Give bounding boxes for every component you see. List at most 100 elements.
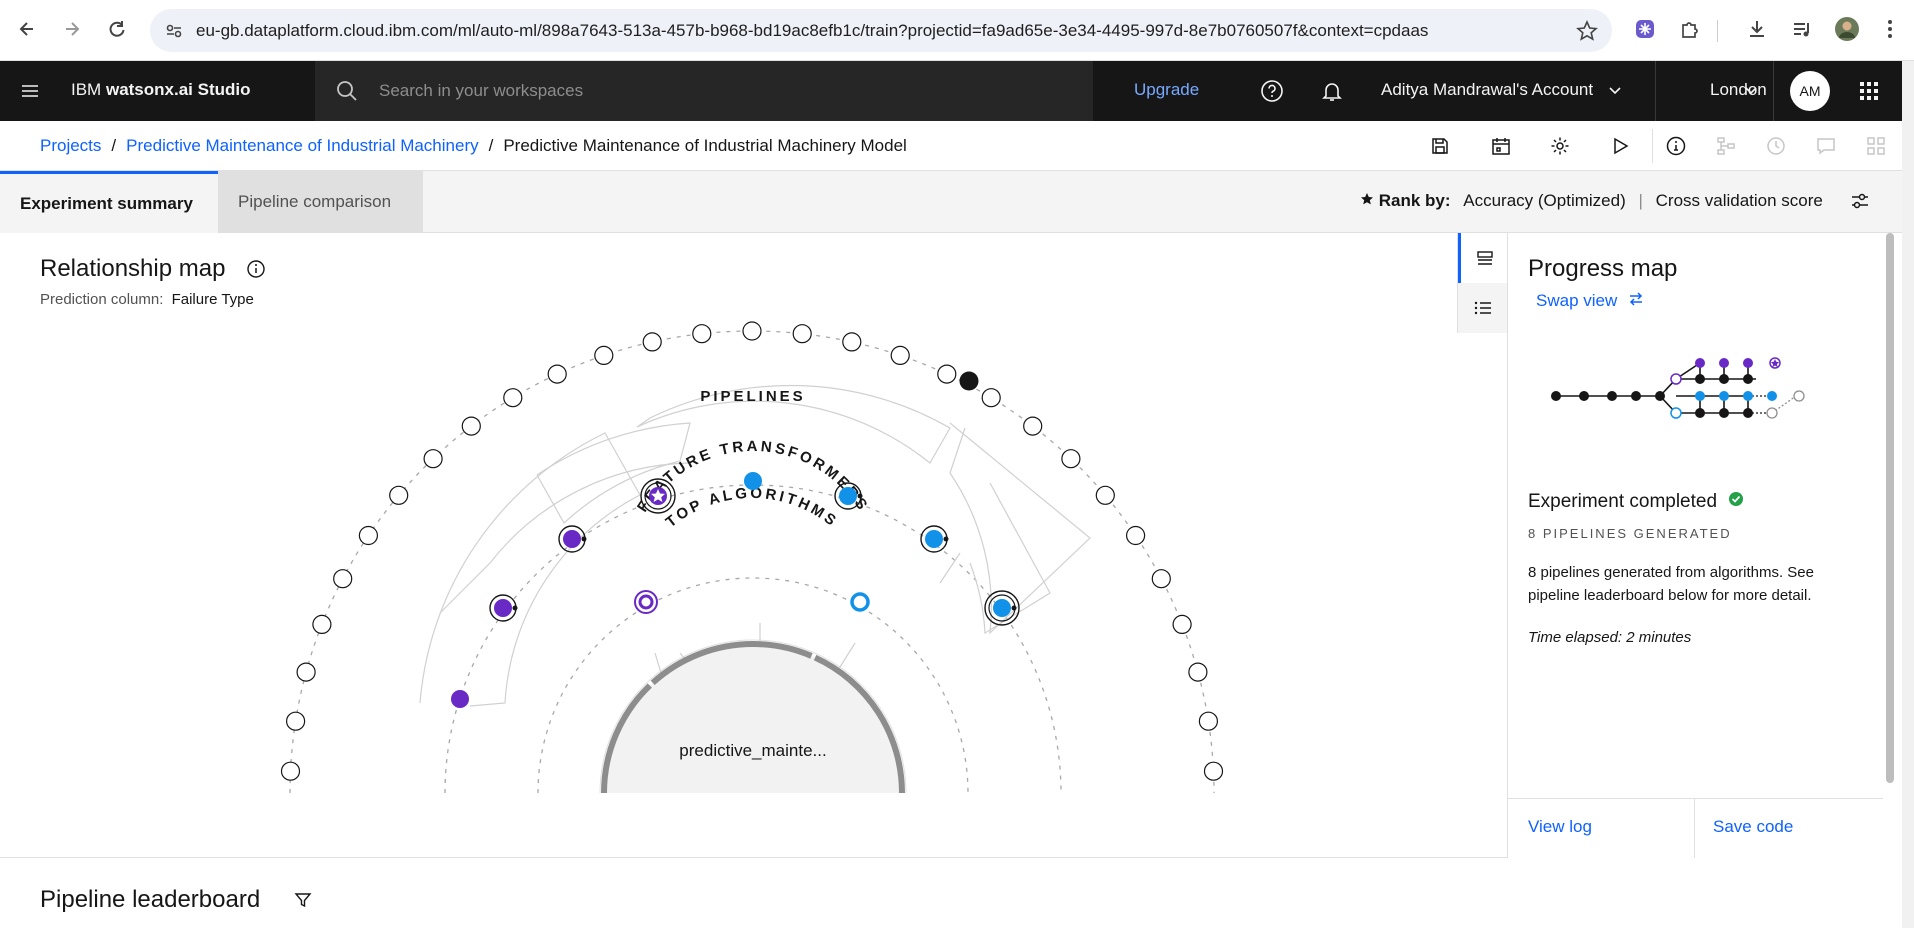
app-switcher-icon[interactable] [1859, 81, 1879, 106]
feature-transformer-node[interactable] [642, 332, 662, 352]
product-name[interactable]: IBM watsonx.ai Studio [71, 80, 251, 100]
bookmark-star-icon[interactable] [1576, 20, 1598, 47]
feature-transformer-node[interactable] [937, 364, 957, 384]
map-view-toggle[interactable] [1458, 233, 1508, 283]
breadcrumb-bar: Projects / Predictive Maintenance of Indus… [0, 121, 1902, 171]
pipeline-node[interactable] [744, 472, 762, 490]
feature-transformer-node[interactable] [280, 761, 301, 781]
filter-icon[interactable] [294, 891, 312, 914]
progress-map-panel: Progress map Swap view Experiment comple… [1507, 233, 1883, 859]
progress-actions: View log Save code [1508, 798, 1883, 859]
save-icon[interactable] [1430, 136, 1450, 161]
feature-transformer-node[interactable] [1203, 761, 1224, 781]
progress-map-graph [1551, 357, 1805, 419]
pipeline-node[interactable] [451, 690, 469, 708]
feature-transformer-node[interactable] [503, 388, 523, 408]
info-icon[interactable] [1666, 136, 1686, 161]
pipeline-node[interactable] [558, 525, 587, 553]
pipeline-leaderboard-section: Pipeline leaderboard [0, 858, 1902, 928]
settings-gear-icon[interactable] [1550, 136, 1570, 161]
pipeline-node[interactable] [489, 594, 518, 622]
rank-by-selector[interactable]: Rank by: Accuracy (Optimized) | Cross va… [1360, 191, 1823, 211]
feature-transformer-node[interactable] [389, 485, 409, 505]
extensions-puzzle-icon[interactable] [1673, 12, 1707, 46]
sliders-settings-icon[interactable] [1850, 191, 1870, 216]
feature-transformer-node[interactable] [981, 388, 1001, 408]
feature-transformer-node[interactable] [792, 324, 812, 344]
progress-map-title: Progress map [1528, 255, 1678, 282]
feature-transformer-node[interactable] [1188, 662, 1208, 682]
address-bar[interactable]: eu-gb.dataplatform.cloud.ibm.com/ml/auto… [150, 9, 1612, 52]
search-icon [335, 79, 359, 108]
feature-transformer-node[interactable] [1151, 569, 1171, 589]
browser-menu-icon[interactable] [1873, 12, 1907, 46]
feature-transformer-node[interactable] [1023, 416, 1043, 436]
breadcrumb-current: Predictive Maintenance of Industrial Mac… [503, 136, 907, 155]
feature-transformer-node[interactable] [286, 711, 306, 731]
list-view-toggle[interactable] [1458, 283, 1508, 333]
tab-experiment-summary[interactable]: Experiment summary [0, 171, 218, 233]
feature-transformer-node[interactable] [890, 345, 910, 366]
run-play-icon[interactable] [1610, 136, 1630, 161]
pipeline-node[interactable] [984, 590, 1020, 626]
upgrade-link[interactable]: Upgrade [1134, 80, 1199, 100]
algorithm-node[interactable] [850, 592, 870, 612]
relationship-map-panel: Relationship map Prediction column: Fail… [0, 233, 1508, 858]
feature-transformer-node[interactable] [423, 449, 443, 469]
feature-transformer-selected-node[interactable] [959, 371, 979, 391]
media-control-icon[interactable] [1785, 12, 1819, 46]
feature-transformer-node[interactable] [547, 364, 567, 384]
site-settings-icon[interactable] [164, 21, 184, 46]
feature-transformer-node[interactable] [842, 332, 862, 352]
feature-transformer-node[interactable] [1125, 525, 1146, 546]
feature-transformer-node[interactable] [1198, 711, 1219, 731]
tab-pipeline-comparison[interactable]: Pipeline comparison [218, 171, 423, 233]
extension-icon[interactable] [1628, 12, 1662, 46]
feature-transformer-node[interactable] [594, 345, 614, 366]
feature-transformer-node[interactable] [461, 416, 481, 436]
feature-transformer-node[interactable] [312, 614, 332, 634]
global-search[interactable]: Search in your workspaces [315, 61, 1093, 121]
back-icon[interactable] [10, 12, 44, 46]
hamburger-menu-icon[interactable] [20, 81, 40, 106]
experiment-status: Experiment completed [1528, 491, 1744, 513]
reload-icon[interactable] [100, 12, 134, 46]
feature-transformer-node[interactable] [742, 321, 762, 341]
user-avatar[interactable]: AM [1790, 71, 1830, 111]
view-log-label: View log [1528, 817, 1592, 836]
feature-transformer-node[interactable] [296, 662, 316, 682]
schedule-icon[interactable] [1491, 136, 1511, 161]
forward-icon[interactable] [55, 12, 89, 46]
feature-transformer-node[interactable] [1061, 449, 1081, 469]
breadcrumb-project[interactable]: Predictive Maintenance of Industrial Mac… [126, 136, 478, 155]
help-icon[interactable] [1260, 79, 1284, 108]
feature-transformer-node[interactable] [692, 324, 712, 344]
swap-view-button[interactable]: Swap view [1536, 291, 1644, 311]
tabs-bar: Experiment summary Pipeline comparison R… [0, 171, 1902, 233]
feature-transformer-node[interactable] [333, 569, 353, 589]
profile-avatar-icon[interactable] [1830, 12, 1864, 46]
page-scrollbar-thumb[interactable] [1886, 233, 1894, 783]
save-code-label: Save code [1713, 817, 1794, 836]
chevron-down-icon [1608, 80, 1622, 99]
account-name: Aditya Mandrawal's Account [1381, 80, 1594, 99]
region-switcher[interactable]: London [1655, 61, 1774, 121]
dataset-center[interactable] [601, 641, 905, 793]
algorithm-node[interactable] [634, 590, 658, 614]
save-code-button[interactable]: Save code [1695, 799, 1883, 859]
feature-transformer-node[interactable] [1172, 614, 1192, 634]
pipeline-node[interactable] [920, 525, 949, 553]
feature-transformer-node[interactable] [358, 525, 378, 546]
download-icon[interactable] [1740, 12, 1774, 46]
notification-bell-icon[interactable] [1320, 79, 1344, 108]
view-log-button[interactable]: View log [1508, 799, 1695, 859]
feature-transformer-node[interactable] [1095, 485, 1115, 505]
page-scrollbar[interactable] [1902, 61, 1914, 928]
leaderboard-title: Pipeline leaderboard [40, 886, 261, 913]
region-label: London [1710, 80, 1767, 99]
breadcrumb-projects[interactable]: Projects [40, 136, 101, 155]
breadcrumb: Projects / Predictive Maintenance of Indus… [40, 136, 907, 156]
account-switcher[interactable]: Aditya Mandrawal's Account [1381, 80, 1622, 100]
ring-label-pipelines: PIPELINES [700, 388, 806, 405]
search-input[interactable]: Search in your workspaces [379, 81, 583, 101]
